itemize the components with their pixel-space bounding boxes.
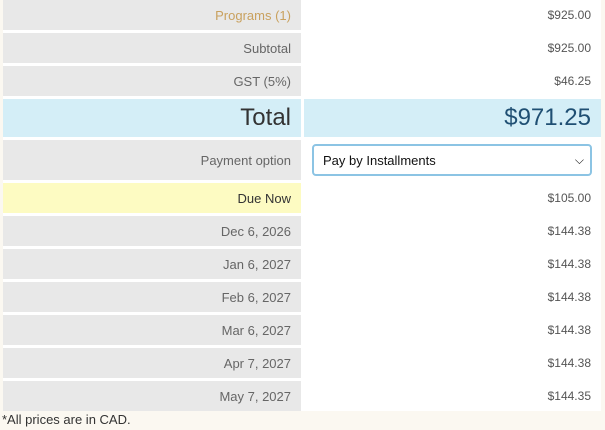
total-row: Total $971.25 <box>3 99 601 137</box>
gst-value: $46.25 <box>304 66 601 96</box>
chevron-down-icon: ⌵ <box>574 152 584 167</box>
schedule-row: Dec 6, 2026 $144.38 <box>3 216 601 246</box>
total-value: $971.25 <box>304 99 601 137</box>
currency-footnote: *All prices are in CAD. <box>2 412 131 427</box>
programs-value: $925.00 <box>304 0 601 30</box>
schedule-date: Dec 6, 2026 <box>3 216 301 246</box>
schedule-row: Jan 6, 2027 $144.38 <box>3 249 601 279</box>
payment-option-cell: Pay by Installments ⌵ <box>304 140 601 180</box>
schedule-row: May 7, 2027 $144.35 <box>3 381 601 411</box>
schedule-amount: $144.38 <box>304 249 601 279</box>
schedule-date: Due Now <box>3 183 301 213</box>
schedule-row: Feb 6, 2027 $144.38 <box>3 282 601 312</box>
subtotal-label: Subtotal <box>3 33 301 63</box>
schedule-date: Feb 6, 2027 <box>3 282 301 312</box>
programs-label: Programs (1) <box>3 0 301 30</box>
payment-option-select[interactable]: Pay by Installments ⌵ <box>312 144 592 176</box>
schedule-date: May 7, 2027 <box>3 381 301 411</box>
schedule-amount: $144.38 <box>304 315 601 345</box>
total-label: Total <box>3 99 301 137</box>
subtotal-value: $925.00 <box>304 33 601 63</box>
schedule-date: Jan 6, 2027 <box>3 249 301 279</box>
order-summary-table: Programs (1) $925.00 Subtotal $925.00 GS… <box>3 0 601 411</box>
schedule-amount: $144.38 <box>304 348 601 378</box>
gst-row: GST (5%) $46.25 <box>3 66 601 96</box>
schedule-amount: $144.38 <box>304 282 601 312</box>
gst-label: GST (5%) <box>3 66 301 96</box>
programs-row: Programs (1) $925.00 <box>3 0 601 30</box>
payment-option-selected: Pay by Installments <box>323 152 436 168</box>
payment-option-label: Payment option <box>3 140 301 180</box>
schedule-date: Mar 6, 2027 <box>3 315 301 345</box>
schedule-amount: $144.35 <box>304 381 601 411</box>
schedule-row-due-now: Due Now $105.00 <box>3 183 601 213</box>
schedule-row: Apr 7, 2027 $144.38 <box>3 348 601 378</box>
schedule-date: Apr 7, 2027 <box>3 348 301 378</box>
schedule-amount: $105.00 <box>304 183 601 213</box>
schedule-amount: $144.38 <box>304 216 601 246</box>
payment-option-row: Payment option Pay by Installments ⌵ <box>3 140 601 180</box>
subtotal-row: Subtotal $925.00 <box>3 33 601 63</box>
schedule-row: Mar 6, 2027 $144.38 <box>3 315 601 345</box>
